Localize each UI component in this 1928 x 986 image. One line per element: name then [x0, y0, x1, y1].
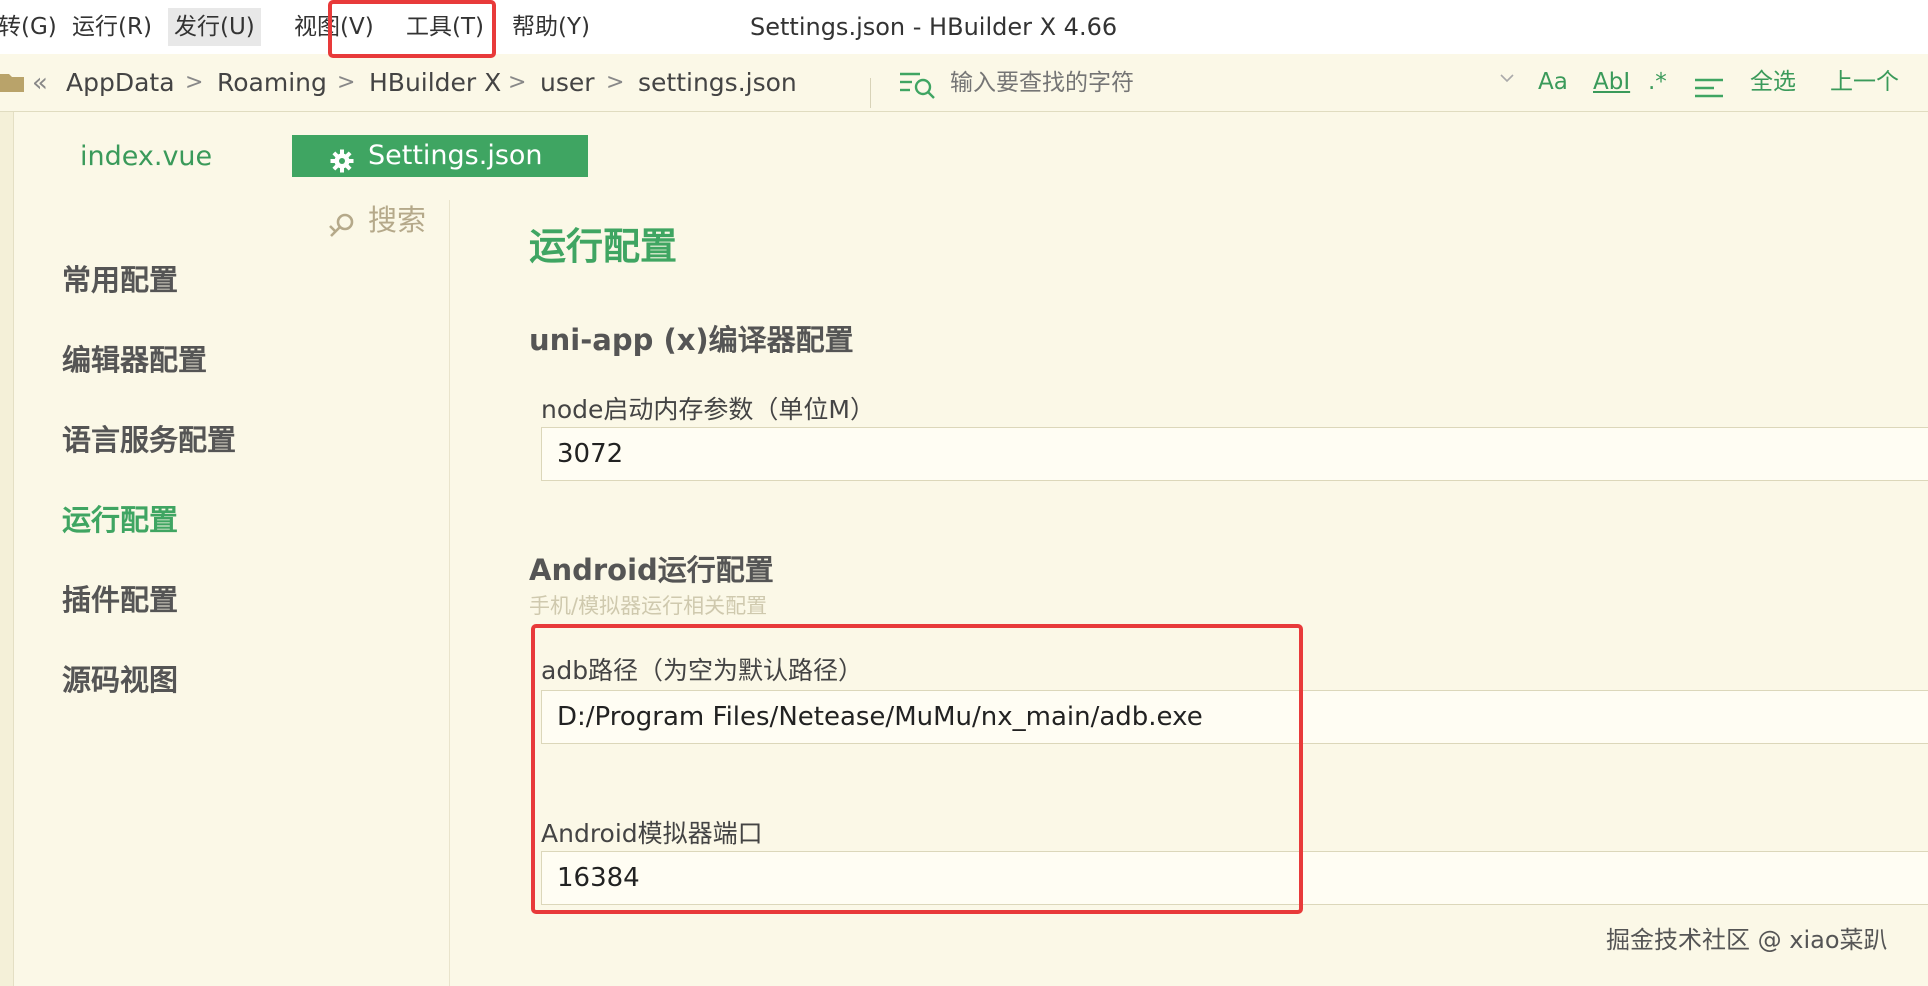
search-icon: [328, 208, 358, 248]
sidebar-item-common[interactable]: 常用配置: [62, 258, 178, 302]
breadcrumb-appdata[interactable]: AppData: [66, 66, 175, 100]
regex-toggle[interactable]: .*: [1648, 64, 1667, 100]
section-subtitle-android: 手机/模拟器运行相关配置: [529, 594, 768, 618]
breadcrumb-user[interactable]: user: [540, 66, 595, 100]
sidebar-item-run[interactable]: 运行配置: [62, 498, 178, 542]
search-label: 搜索: [368, 203, 427, 237]
watermark: 掘金技术社区 @ xiao菜趴: [1606, 926, 1888, 954]
chevron-down-icon[interactable]: [1500, 68, 1514, 87]
menu-run[interactable]: 运行(R): [66, 8, 158, 46]
find-icon[interactable]: [898, 70, 940, 104]
menu-bar: 转(G) 运行(R) 发行(U) 视图(V) 工具(T) 帮助(Y) Setti…: [0, 0, 1928, 54]
breadcrumb-settings-json[interactable]: settings.json: [638, 66, 797, 100]
section-title-compiler: uni-app (x)编译器配置: [529, 323, 854, 357]
divider: [870, 78, 871, 108]
breadcrumb-separator: >: [337, 70, 356, 95]
whole-word-toggle[interactable]: AbI: [1593, 64, 1630, 100]
folder-icon: [0, 72, 24, 96]
settings-search-button[interactable]: 搜索: [328, 200, 426, 240]
sidebar-item-plugins[interactable]: 插件配置: [62, 578, 178, 622]
breadcrumb-bar: « AppData > Roaming > HBuilder X > user …: [0, 54, 1928, 112]
tab-label: Settings.json: [368, 140, 543, 171]
annotation-box-menu: [328, 0, 496, 58]
breadcrumb-separator: >: [508, 70, 527, 95]
left-gutter: [0, 112, 14, 986]
menu-help[interactable]: 帮助(Y): [506, 8, 596, 46]
annotation-box-android: [531, 624, 1303, 914]
page-title: 运行配置: [529, 225, 677, 268]
gear-icon: [330, 144, 354, 186]
node-memory-label: node启动内存参数（单位M）: [541, 395, 875, 424]
menu-publish[interactable]: 发行(U): [168, 8, 261, 46]
breadcrumb-roaming[interactable]: Roaming: [217, 66, 327, 100]
sidebar-divider: [449, 200, 450, 986]
breadcrumb-hbuilderx[interactable]: HBuilder X: [369, 66, 501, 100]
section-title-android: Android运行配置: [529, 553, 774, 587]
previous-match-button[interactable]: 上一个: [1830, 64, 1899, 100]
back-chevron-icon[interactable]: «: [32, 66, 48, 100]
align-icon[interactable]: [1694, 74, 1724, 110]
node-memory-input[interactable]: [541, 427, 1928, 481]
select-all-button[interactable]: 全选: [1750, 64, 1796, 100]
tab-index-vue[interactable]: index.vue: [80, 137, 212, 177]
window-title: Settings.json - HBuilder X 4.66: [750, 13, 1118, 41]
breadcrumb-separator: >: [606, 70, 625, 95]
sidebar-item-language-service[interactable]: 语言服务配置: [62, 418, 236, 462]
find-input[interactable]: [950, 66, 1500, 100]
breadcrumb-separator: >: [185, 70, 204, 95]
tab-settings-json[interactable]: Settings.json: [292, 135, 588, 177]
sidebar-item-editor[interactable]: 编辑器配置: [62, 338, 207, 382]
match-case-toggle[interactable]: Aa: [1538, 64, 1568, 100]
sidebar-item-source-view[interactable]: 源码视图: [62, 658, 178, 702]
menu-goto[interactable]: 转(G): [0, 8, 63, 46]
